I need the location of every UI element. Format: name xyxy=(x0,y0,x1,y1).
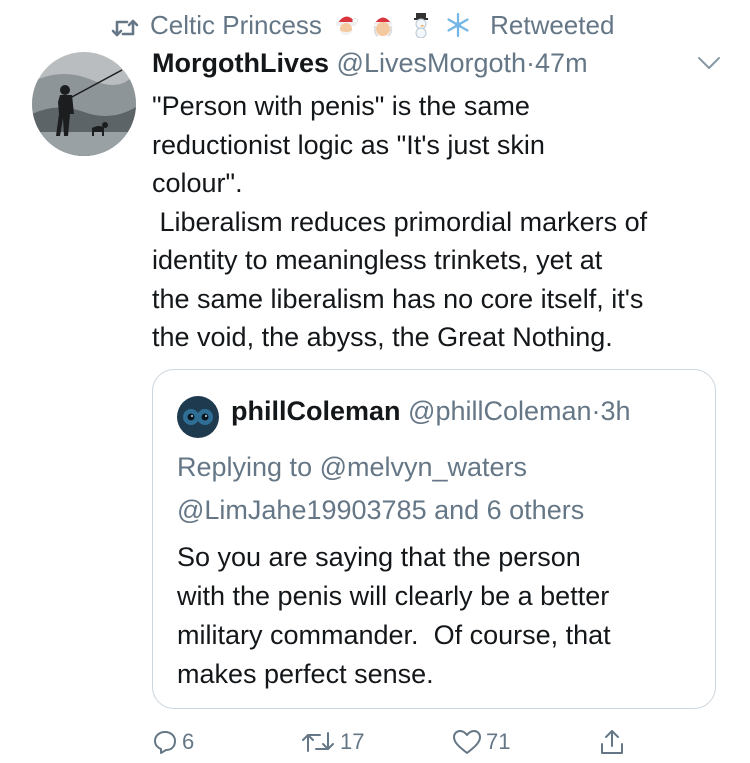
quoted-tweet-header: phillColeman @phillColeman·3h xyxy=(231,396,631,427)
like-count: 71 xyxy=(486,729,511,754)
reply-button[interactable]: 6 xyxy=(152,727,194,757)
retweet-count: 17 xyxy=(340,729,365,754)
tweet-header: MorgothLives @LivesMorgoth·47m xyxy=(152,48,588,79)
quoted-timestamp[interactable]: 3h xyxy=(601,396,631,426)
tweet-text: "Person with penis" is the same reductio… xyxy=(152,91,648,352)
snowman-icon xyxy=(413,13,428,38)
heart-icon xyxy=(453,730,481,754)
retweet-icon xyxy=(111,19,139,37)
chevron-down-icon[interactable] xyxy=(696,54,722,72)
quoted-tweet-card[interactable]: phillColeman @phillColeman·3h Replying t… xyxy=(152,369,716,709)
replying-to: Replying to @melvyn_waters @LimJahe19903… xyxy=(177,452,585,525)
quoted-avatar[interactable] xyxy=(177,396,219,438)
snowflake-icon xyxy=(447,12,469,38)
avatar[interactable] xyxy=(32,52,136,156)
share-button[interactable] xyxy=(598,727,626,757)
quoted-separator-dot: · xyxy=(591,396,601,426)
quoted-tweet-text: So you are saying that the person with t… xyxy=(177,542,611,689)
avatar-image xyxy=(32,52,136,156)
quoted-display-name[interactable]: phillColeman xyxy=(231,396,401,426)
retweeter-name[interactable]: Celtic Princess xyxy=(150,10,322,40)
retweet-header: Celtic Princess Retweeted xyxy=(150,10,614,41)
display-name[interactable]: MorgothLives xyxy=(152,48,329,78)
retweet-action-icon xyxy=(302,732,334,752)
quoted-handle[interactable]: @phillColeman xyxy=(408,396,592,426)
share-icon xyxy=(601,730,623,754)
handle[interactable]: @LivesMorgoth xyxy=(337,48,527,78)
separator-dot: · xyxy=(526,48,536,78)
timestamp[interactable]: 47m xyxy=(535,48,588,78)
reply-count: 6 xyxy=(182,729,195,754)
mrs-claus-icon xyxy=(374,17,393,37)
santa-icon xyxy=(336,16,358,35)
quoted-avatar-image xyxy=(177,396,219,438)
reply-icon xyxy=(154,731,176,754)
like-button[interactable]: 71 xyxy=(452,727,510,757)
retweet-button[interactable]: 17 xyxy=(300,727,364,757)
retweeted-label: Retweeted xyxy=(490,10,615,40)
